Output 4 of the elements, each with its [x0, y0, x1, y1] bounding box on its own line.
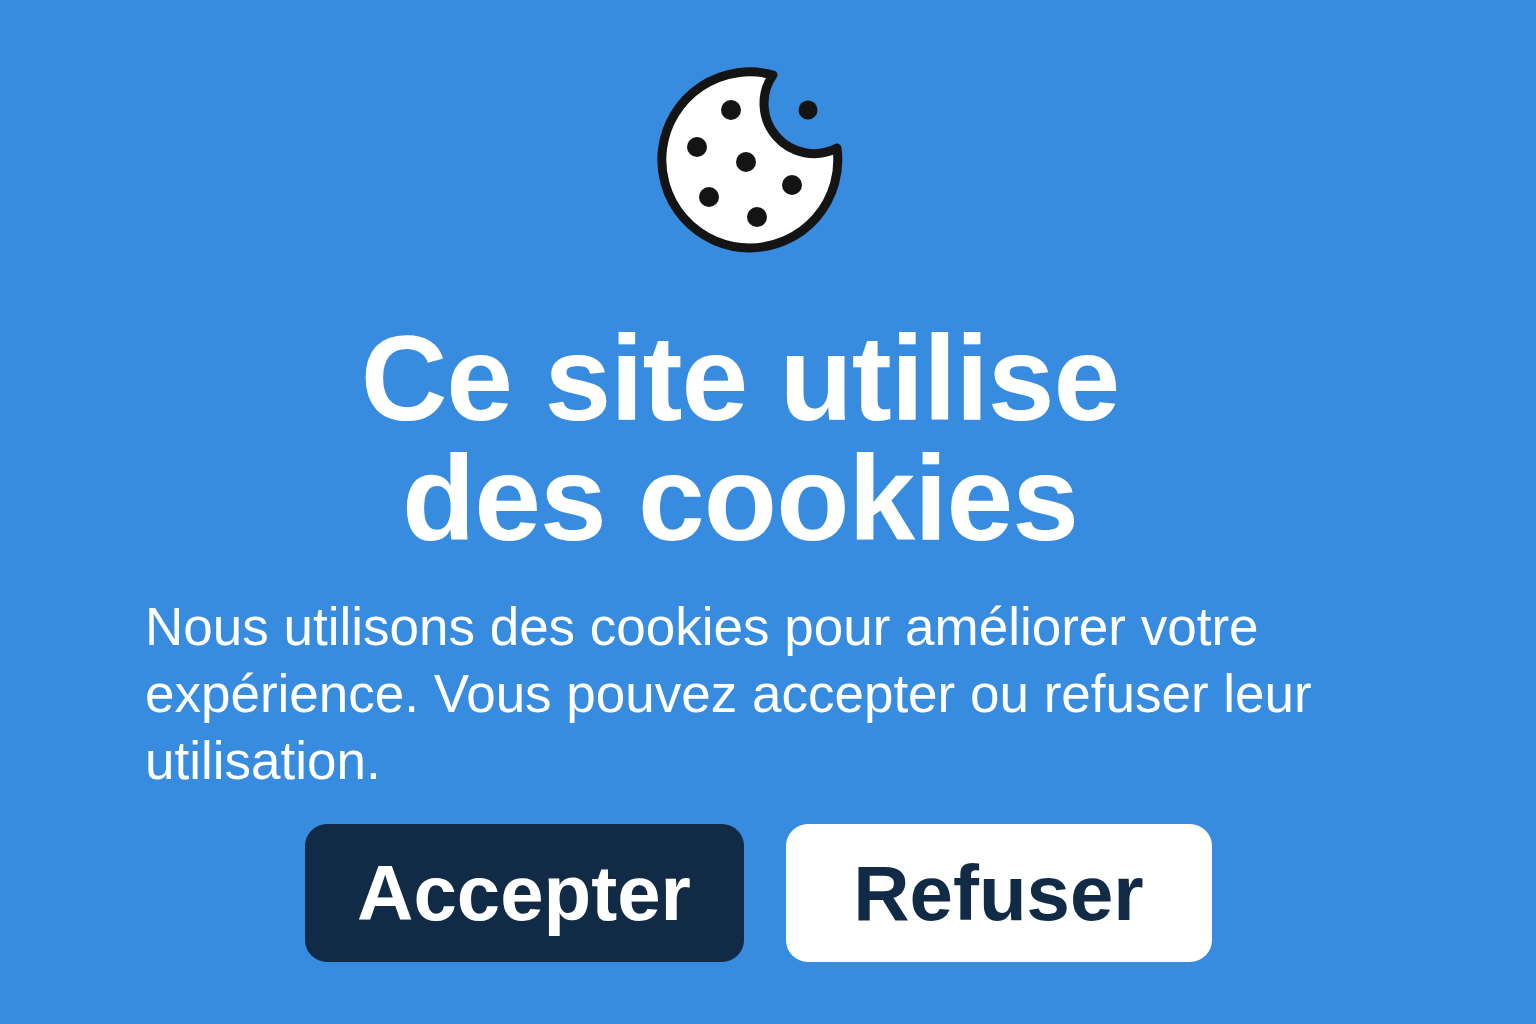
banner-title: Ce site utilise des cookies — [359, 318, 1121, 558]
banner-message: Nous utilisons des cookies pour améliorer votre expérience. Vous pouvez accepter ou refuser leur utilisation. — [145, 596, 1313, 792]
refuse-button[interactable]: Refuser — [785, 824, 1212, 962]
accept-button[interactable]: Accepter — [304, 824, 744, 962]
